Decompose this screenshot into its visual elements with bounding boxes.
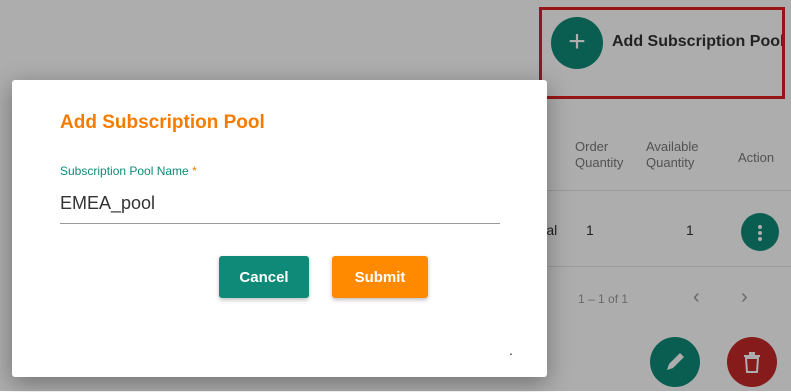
submit-button[interactable]: Submit xyxy=(332,256,428,298)
cancel-button[interactable]: Cancel xyxy=(219,256,309,298)
add-subscription-pool-dialog: Add Subscription Pool Subscription Pool … xyxy=(12,80,547,377)
field-label: Subscription Pool Name * xyxy=(60,164,197,178)
field-label-text: Subscription Pool Name xyxy=(60,164,189,178)
required-mark: * xyxy=(192,164,197,178)
stray-mark: . xyxy=(509,342,513,358)
dialog-title: Add Subscription Pool xyxy=(60,112,265,133)
subscription-pool-name-input[interactable] xyxy=(60,184,500,224)
